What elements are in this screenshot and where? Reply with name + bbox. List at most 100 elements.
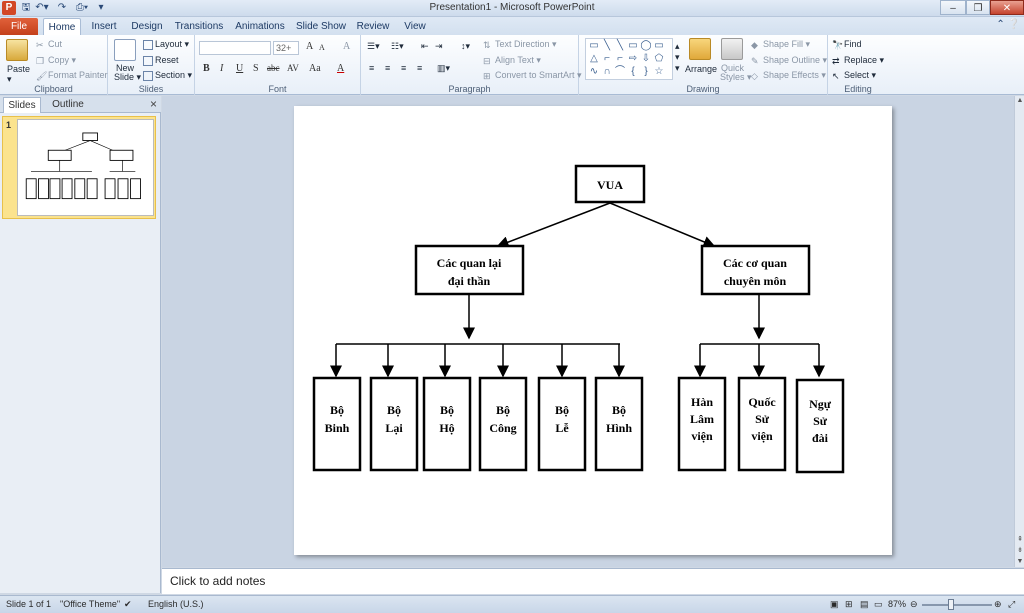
quick-styles-label-2: Styles ▾ [720,72,752,82]
paste-button[interactable]: Paste [7,64,30,74]
scroll-down-icon[interactable]: ▼ [1015,557,1024,567]
pane-close-icon[interactable]: × [150,97,157,111]
minimize-button[interactable]: – [940,0,966,15]
language-indicator[interactable]: English (U.S.) [148,599,204,609]
slide-thumbnail-selected[interactable]: 1 [2,116,156,219]
zoom-level[interactable]: 87% [888,599,906,609]
tab-home[interactable]: Home [43,18,81,35]
increase-indent-button[interactable]: ⇥ [435,41,443,52]
label-bo-hinh-1: Bộ [612,403,626,417]
prev-slide-icon[interactable]: ⇞ [1015,535,1024,545]
numbering-button[interactable]: ☷▾ [391,41,404,52]
tab-animations[interactable]: Animations [232,18,288,35]
notes-placeholder[interactable]: Click to add notes [170,574,265,588]
scroll-up-icon[interactable]: ▲ [1015,96,1024,106]
tab-view[interactable]: View [398,18,432,35]
tab-review[interactable]: Review [354,18,392,35]
label-right-branch-1: Các cơ quan [723,256,787,270]
arrange-button[interactable]: Arrange [685,64,717,74]
section-button[interactable]: Section ▾ [143,70,192,81]
align-left-button[interactable]: ≡ [369,63,374,73]
smartart-icon: ⊞ [483,70,491,81]
bullets-button[interactable]: ☰▾ [367,41,380,52]
change-case-button[interactable]: Aa [309,63,321,74]
drawing-label: Drawing [686,84,720,94]
tab-slide-show[interactable]: Slide Show [294,18,348,35]
line-spacing-button[interactable]: ↕▾ [461,41,470,52]
font-color-button[interactable]: A [337,63,344,74]
format-painter-button[interactable]: 🖌Format Painter [36,70,108,81]
copy-button[interactable]: ❐ Copy ▾ [36,55,76,66]
reset-button[interactable]: Reset [143,55,179,66]
tab-file[interactable]: File [0,18,38,35]
restore-button[interactable]: ❐ [966,0,990,15]
text-shadow-button[interactable]: S [253,63,259,74]
zoom-slider-thumb[interactable] [948,599,954,610]
columns-button[interactable]: ▥▾ [437,63,450,74]
quick-styles-icon[interactable] [721,38,743,60]
normal-view-icon[interactable]: ▣ [830,599,839,610]
spelling-check-icon[interactable]: ✔ [124,599,132,610]
status-bar: Slide 1 of 1 "Office Theme" ✔ English (U… [0,595,1024,613]
label-ngu-su-3: đài [812,431,829,445]
grow-font-button[interactable]: A [306,41,313,52]
align-right-button[interactable]: ≡ [401,63,406,73]
shapes-scroll-icon[interactable]: ▴ ▾ ▾ [675,41,680,74]
find-button[interactable]: 🔭Find [832,39,862,50]
slides-label: Slides [138,84,164,94]
theme-name[interactable]: "Office Theme" [60,599,120,609]
connector-root-left [496,202,611,248]
clear-formatting-button[interactable]: A [343,41,350,52]
bold-button[interactable]: B [203,63,210,74]
tab-insert[interactable]: Insert [86,18,122,35]
tab-transitions[interactable]: Transitions [172,18,226,35]
underline-button[interactable]: U [236,63,243,74]
paste-icon[interactable] [6,39,28,61]
shape-outline-button[interactable]: ✎ Shape Outline ▾ [751,55,827,66]
strikethrough-button[interactable]: abc [267,63,280,73]
align-text-icon: ⊟ [483,55,491,66]
tab-slides[interactable]: Slides [3,97,41,113]
slideshow-view-icon[interactable]: ▭ [874,599,883,610]
new-slide-icon[interactable] [114,39,136,61]
notes-pane[interactable]: Click to add notes [162,568,1024,594]
text-direction-button[interactable]: ⇅ Text Direction ▾ [483,39,557,50]
slide-canvas[interactable]: VUA Các quan lại đại thần Các cơ quan ch… [294,106,892,555]
layout-button[interactable]: Layout ▾ [143,39,189,50]
shapes-gallery[interactable]: ▭ ╲ ╲ ▭ ◯ ▭ △ ⌐ ⌐ ⇨ ⇩ ⬠ ∿ ∩ ⌒ { } ☆ [585,38,673,80]
zoom-slider[interactable] [922,604,992,606]
replace-button[interactable]: ⇄ Replace ▾ [832,55,884,66]
justify-button[interactable]: ≡ [417,63,422,73]
italic-button[interactable]: I [220,63,223,74]
slide-sorter-icon[interactable]: ⊞ [845,599,853,610]
character-spacing-button[interactable]: AV [287,63,299,73]
convert-smartart-button[interactable]: ⊞ Convert to SmartArt ▾ [483,70,582,81]
zoom-in-icon[interactable]: ⊕ [994,599,1002,610]
slides-group: New Slide ▾ Layout ▾ Reset Section ▾ Sli… [108,35,195,95]
vertical-scrollbar[interactable]: ▲ ⇞ ⇟ ▼ [1014,96,1024,567]
select-button[interactable]: ↖ Select ▾ [832,70,876,81]
reading-view-icon[interactable]: ▤ [860,599,869,610]
next-slide-icon[interactable]: ⇟ [1015,546,1024,556]
close-button[interactable]: ✕ [990,0,1024,15]
label-bo-cong-1: Bộ [496,403,510,417]
shrink-font-button[interactable]: A [319,43,325,52]
align-center-button[interactable]: ≡ [385,63,390,73]
tab-outline[interactable]: Outline [44,97,92,113]
font-size-combo[interactable]: 32+ [273,41,299,55]
help-icon[interactable]: ⌃ ❔ [996,19,1020,30]
shape-effects-button[interactable]: ◇ Shape Effects ▾ [751,70,826,81]
shape-fill-button[interactable]: ◆ Shape Fill ▾ [751,39,810,50]
arrange-icon[interactable] [689,38,711,60]
decrease-indent-button[interactable]: ⇤ [421,41,429,52]
font-name-combo[interactable] [199,41,271,55]
ribbon: Paste ▾ ✂ Cut ❐ Copy ▾ 🖌Format Painter Cli… [0,35,1024,95]
window-title: Presentation1 - Microsoft PowerPoint [429,2,595,13]
zoom-out-icon[interactable]: ⊖ [910,599,918,610]
slide-thumbnail[interactable] [17,119,154,216]
label-bo-lai-2: Lại [385,421,403,435]
fit-to-window-icon[interactable]: ⤢ [1008,599,1015,610]
cut-button[interactable]: ✂ Cut [36,39,62,50]
tab-design[interactable]: Design [128,18,166,35]
align-text-button[interactable]: ⊟ Align Text ▾ [483,55,541,66]
